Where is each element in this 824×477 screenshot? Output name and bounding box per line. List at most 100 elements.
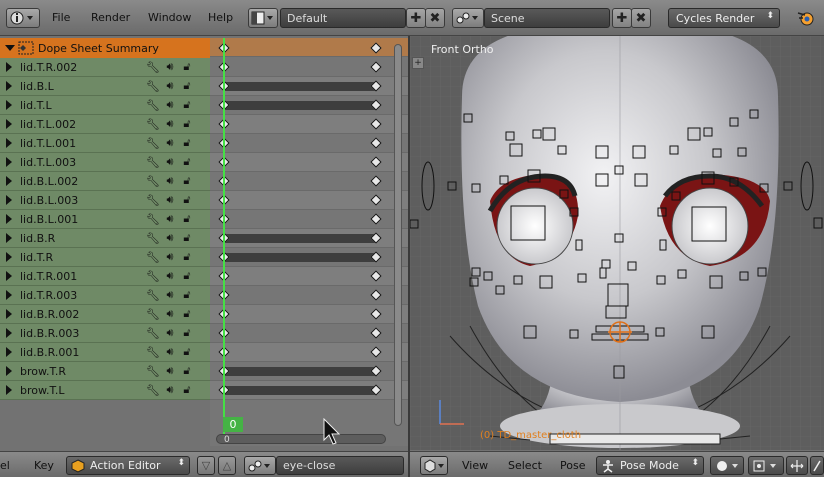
channel-row[interactable]: lid.B.R.001 🔧︎ 🔊︎ 🔓︎ — [0, 343, 210, 362]
expand-right-icon[interactable] — [6, 195, 12, 205]
keyframe-row[interactable] — [210, 324, 408, 343]
layout-browse-button[interactable] — [248, 8, 278, 28]
horizontal-scrollbar[interactable] — [216, 434, 386, 444]
expand-right-icon[interactable] — [6, 100, 12, 110]
lock-icon[interactable]: 🔓︎ — [180, 79, 194, 93]
expand-right-icon[interactable] — [6, 271, 12, 281]
expand-right-icon[interactable] — [6, 157, 12, 167]
keyframe-row[interactable] — [210, 58, 408, 77]
channel-row[interactable]: lid.T.R 🔧︎ 🔊︎ 🔓︎ — [0, 248, 210, 267]
action-name-field[interactable]: eye-close — [276, 456, 404, 475]
expand-right-icon[interactable] — [6, 290, 12, 300]
toolshelf-toggle-button[interactable]: + — [412, 57, 424, 69]
channel-row[interactable]: lid.B.L.002 🔧︎ 🔊︎ 🔓︎ — [0, 172, 210, 191]
wrench-icon[interactable]: 🔧︎ — [146, 79, 160, 93]
wrench-icon[interactable]: 🔧︎ — [146, 136, 160, 150]
keyframe-row[interactable] — [210, 115, 408, 134]
keyframe-diamond[interactable] — [370, 270, 382, 282]
keyframe-row[interactable] — [210, 362, 408, 381]
wrench-icon[interactable]: 🔧︎ — [146, 364, 160, 378]
pivot-point-dropdown[interactable] — [748, 456, 784, 475]
vertical-scrollbar[interactable] — [394, 44, 402, 426]
wrench-icon[interactable]: 🔧︎ — [146, 98, 160, 112]
lock-icon[interactable]: 🔓︎ — [180, 364, 194, 378]
keyframe-row[interactable] — [210, 248, 408, 267]
channel-row[interactable]: brow.T.L 🔧︎ 🔊︎ 🔓︎ — [0, 381, 210, 400]
lock-icon[interactable]: 🔓︎ — [180, 383, 194, 397]
menu-channel-partial[interactable]: el — [0, 459, 10, 472]
keyframe-diamond[interactable] — [370, 175, 382, 187]
previous-layer-button[interactable]: ▽ — [197, 456, 215, 475]
keyframe-diamond[interactable] — [370, 194, 382, 206]
speaker-icon[interactable]: 🔊︎ — [163, 288, 177, 302]
lock-icon[interactable]: 🔓︎ — [180, 136, 194, 150]
menu-help[interactable]: Help — [208, 11, 233, 24]
keyframe-row[interactable] — [210, 191, 408, 210]
keyframe-diamond[interactable] — [370, 346, 382, 358]
current-frame-line[interactable] — [223, 38, 225, 434]
wrench-icon[interactable]: 🔧︎ — [146, 326, 160, 340]
wrench-icon[interactable]: 🔧︎ — [146, 345, 160, 359]
keyframe-row[interactable] — [210, 134, 408, 153]
speaker-icon[interactable]: 🔊︎ — [163, 345, 177, 359]
scene-browse-button[interactable] — [452, 8, 484, 28]
channel-row[interactable]: lid.T.L 🔧︎ 🔊︎ 🔓︎ — [0, 96, 210, 115]
menu-view[interactable]: View — [462, 459, 488, 472]
menu-select[interactable]: Select — [508, 459, 542, 472]
lock-icon[interactable]: 🔓︎ — [180, 193, 194, 207]
summary-keyframe-diamond[interactable] — [370, 42, 382, 54]
wrench-icon[interactable]: 🔧︎ — [146, 193, 160, 207]
menu-render[interactable]: Render — [91, 11, 130, 24]
speaker-icon[interactable]: 🔊︎ — [163, 269, 177, 283]
lock-icon[interactable]: 🔓︎ — [180, 155, 194, 169]
viewport-editor-type-button[interactable] — [420, 456, 448, 475]
expand-right-icon[interactable] — [6, 385, 12, 395]
keyframe-row[interactable] — [210, 267, 408, 286]
lock-icon[interactable]: 🔓︎ — [180, 174, 194, 188]
menu-window[interactable]: Window — [148, 11, 191, 24]
wrench-icon[interactable]: 🔧︎ — [146, 174, 160, 188]
expand-right-icon[interactable] — [6, 62, 12, 72]
render-engine-dropdown[interactable]: Cycles Render ⬍ — [668, 8, 780, 28]
menu-key[interactable]: Key — [34, 459, 54, 472]
wrench-icon[interactable]: 🔧︎ — [146, 307, 160, 321]
editor-type-button[interactable] — [6, 8, 40, 28]
lock-icon[interactable]: 🔓︎ — [180, 288, 194, 302]
lock-icon[interactable]: 🔓︎ — [180, 269, 194, 283]
wrench-icon[interactable]: 🔧︎ — [146, 250, 160, 264]
dope-sheet-summary-row[interactable]: Dope Sheet Summary — [0, 38, 210, 58]
keyframe-area[interactable] — [210, 38, 408, 446]
keyframe-row[interactable] — [210, 96, 408, 115]
menu-file[interactable]: File — [52, 11, 70, 24]
expand-right-icon[interactable] — [6, 252, 12, 262]
expand-right-icon[interactable] — [6, 328, 12, 338]
keyframe-diamond[interactable] — [370, 61, 382, 73]
manipulator-toggle-button[interactable] — [786, 456, 808, 475]
speaker-icon[interactable]: 🔊︎ — [163, 250, 177, 264]
speaker-icon[interactable]: 🔊︎ — [163, 307, 177, 321]
speaker-icon[interactable]: 🔊︎ — [163, 79, 177, 93]
expand-right-icon[interactable] — [6, 214, 12, 224]
channel-row[interactable]: lid.B.L.003 🔧︎ 🔊︎ 🔓︎ — [0, 191, 210, 210]
speaker-icon[interactable]: 🔊︎ — [163, 193, 177, 207]
wrench-icon[interactable]: 🔧︎ — [146, 231, 160, 245]
wrench-icon[interactable]: 🔧︎ — [146, 60, 160, 74]
speaker-icon[interactable]: 🔊︎ — [163, 117, 177, 131]
editor-mode-dropdown[interactable]: Action Editor ⬍ — [66, 456, 190, 475]
action-browse-button[interactable] — [244, 456, 276, 475]
channel-row[interactable]: lid.T.R.003 🔧︎ 🔊︎ 🔓︎ — [0, 286, 210, 305]
speaker-icon[interactable]: 🔊︎ — [163, 231, 177, 245]
keyframe-row[interactable] — [210, 77, 408, 96]
lock-icon[interactable]: 🔓︎ — [180, 231, 194, 245]
keyframe-diamond[interactable] — [370, 137, 382, 149]
keyframe-diamond[interactable] — [370, 213, 382, 225]
channel-row[interactable]: lid.T.R.001 🔧︎ 🔊︎ 🔓︎ — [0, 267, 210, 286]
lock-icon[interactable]: 🔓︎ — [180, 60, 194, 74]
add-scene-button[interactable]: ✚ — [612, 8, 632, 28]
channel-row[interactable]: brow.T.R 🔧︎ 🔊︎ 🔓︎ — [0, 362, 210, 381]
speaker-icon[interactable]: 🔊︎ — [163, 155, 177, 169]
scene-name-field[interactable]: Scene — [484, 8, 610, 28]
layout-name-field[interactable]: Default — [280, 8, 406, 28]
channel-row[interactable]: lid.T.L.003 🔧︎ 🔊︎ 🔓︎ — [0, 153, 210, 172]
expand-right-icon[interactable] — [6, 309, 12, 319]
